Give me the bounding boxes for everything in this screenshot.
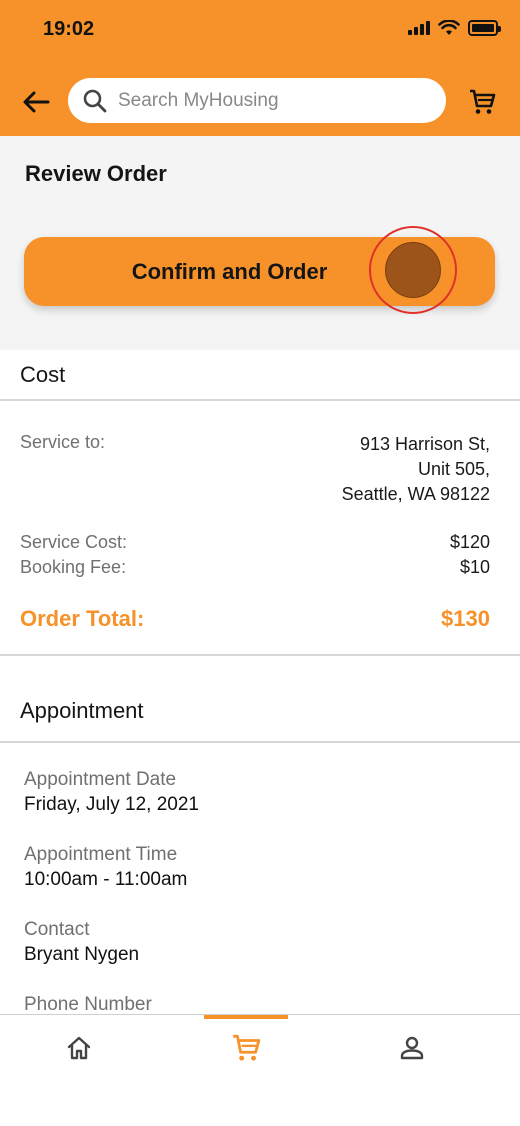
shopping-cart-icon <box>233 1034 261 1061</box>
confirm-order-button[interactable]: Confirm and Order <box>24 237 495 306</box>
search-bar[interactable] <box>68 78 446 123</box>
divider <box>0 399 520 401</box>
phone-number-label: Phone Number <box>24 994 152 1014</box>
booking-fee-label: Booking Fee: <box>20 557 127 577</box>
nav-profile[interactable] <box>392 1031 432 1065</box>
booking-fee-value: $10 <box>459 557 490 577</box>
contact-value: Bryant Nygen <box>24 944 140 965</box>
bottom-navigation <box>0 1014 520 1126</box>
appointment-time-label: Appointment Time <box>24 844 178 865</box>
divider <box>0 654 520 656</box>
search-input[interactable] <box>118 89 418 112</box>
active-tab-indicator <box>204 1015 288 1019</box>
order-total-value: $130 <box>441 606 490 631</box>
status-time: 19:02 <box>43 18 95 40</box>
arrow-left-icon <box>23 91 50 113</box>
home-icon <box>67 1036 91 1060</box>
wifi-icon <box>438 20 460 35</box>
appointment-section-title: Appointment <box>20 698 144 723</box>
divider <box>0 741 520 743</box>
app-header: 19:02 <box>0 0 520 136</box>
confirm-order-label: Confirm and Order <box>131 258 328 284</box>
nav-cart[interactable] <box>226 1031 266 1065</box>
order-total-label: Order Total: <box>20 606 145 631</box>
address-line: Seattle, WA 98122 <box>341 484 490 504</box>
service-cost-label: Service Cost: <box>20 532 128 552</box>
review-panel: Review Order Confirm and Order <box>0 136 520 350</box>
search-icon <box>83 89 107 112</box>
address-line: Unit 505, <box>417 459 490 479</box>
page-title: Review Order <box>25 161 167 186</box>
person-icon <box>400 1036 424 1060</box>
service-to-label: Service to: <box>20 432 106 452</box>
back-button[interactable] <box>18 86 54 118</box>
nav-home[interactable] <box>59 1031 99 1065</box>
appointment-time-value: 10:00am - 11:00am <box>24 869 188 890</box>
cellular-signal-icon <box>408 21 430 35</box>
appointment-date-value: Friday, July 12, 2021 <box>24 794 199 815</box>
service-address: 913 Harrison St, Unit 505, Seattle, WA 9… <box>342 432 490 507</box>
address-line: 913 Harrison St, <box>359 434 490 454</box>
cart-button[interactable] <box>466 86 498 118</box>
shopping-cart-icon <box>470 89 496 114</box>
status-icons <box>408 20 501 36</box>
service-cost-value: $120 <box>449 532 490 552</box>
contact-label: Contact <box>24 919 90 940</box>
order-review-content[interactable]: Review Order Confirm and Order Cost Serv… <box>0 136 520 1014</box>
cost-section-title: Cost <box>20 362 66 387</box>
battery-icon <box>468 20 501 36</box>
appointment-date-label: Appointment Date <box>24 769 177 790</box>
